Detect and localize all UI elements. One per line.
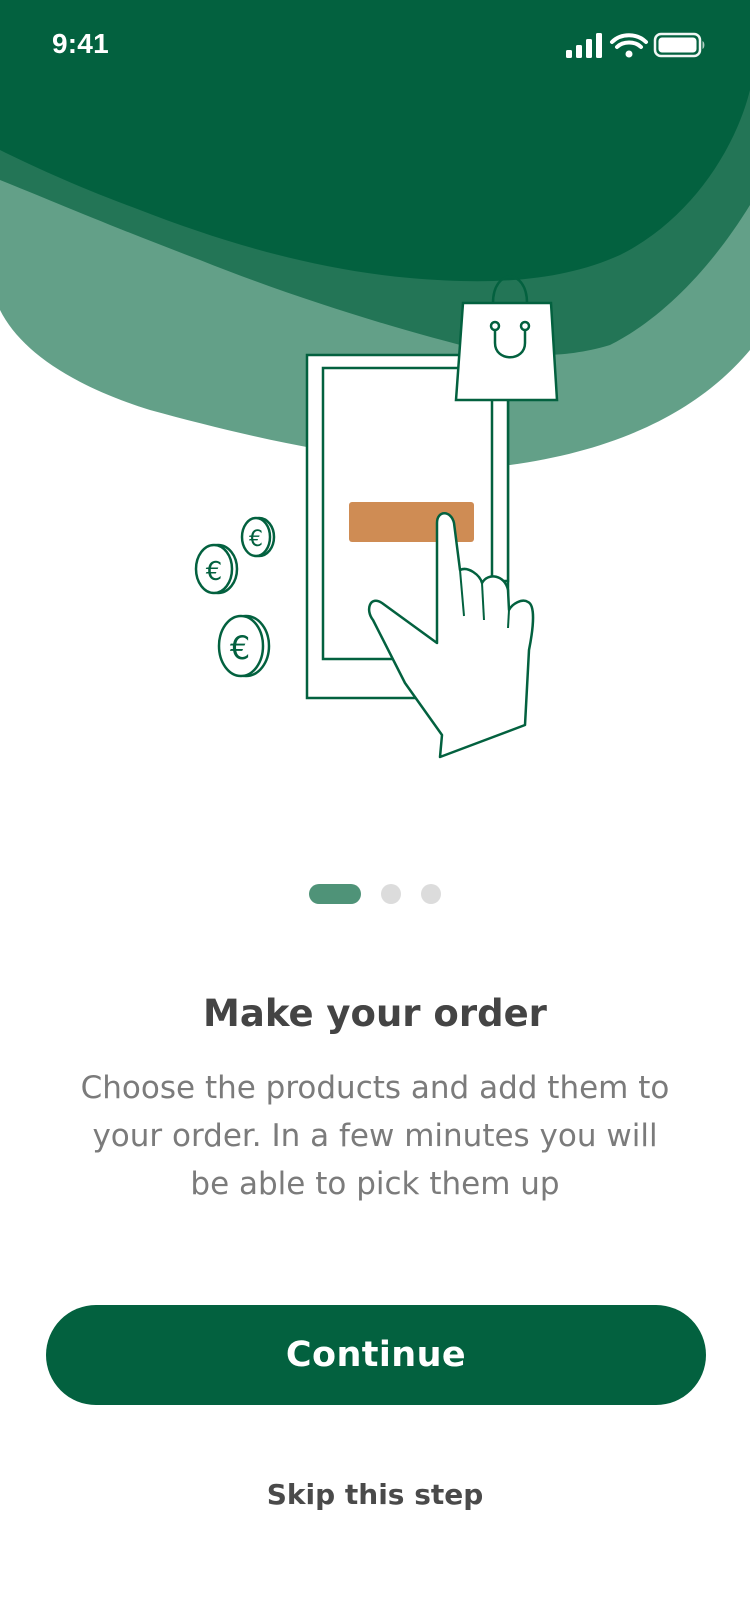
bag-pole	[490, 396, 510, 583]
svg-text:€: €	[206, 557, 223, 587]
page-dot-3[interactable]	[421, 884, 441, 904]
shopping-bag-icon	[454, 275, 559, 402]
page-dot-2[interactable]	[381, 884, 401, 904]
euro-coin-icon: € € €	[194, 516, 276, 678]
onboarding-title: Make your order	[203, 992, 547, 1035]
svg-text:€: €	[249, 527, 263, 552]
onboarding-description: Choose the products and add them to your…	[80, 1070, 670, 1202]
page-indicator	[0, 884, 750, 904]
phone-shopping-illustration: € € €	[194, 275, 559, 759]
onboarding-screen: 9:41 € € € Make your order Choose the pr…	[0, 0, 750, 1624]
page-dot-1-active[interactable]	[309, 884, 361, 904]
continue-button[interactable]: Continue	[46, 1305, 706, 1405]
skip-step-link[interactable]: Skip this step	[0, 1478, 750, 1511]
continue-button-label: Continue	[285, 1335, 467, 1375]
svg-text:€: €	[230, 629, 250, 667]
